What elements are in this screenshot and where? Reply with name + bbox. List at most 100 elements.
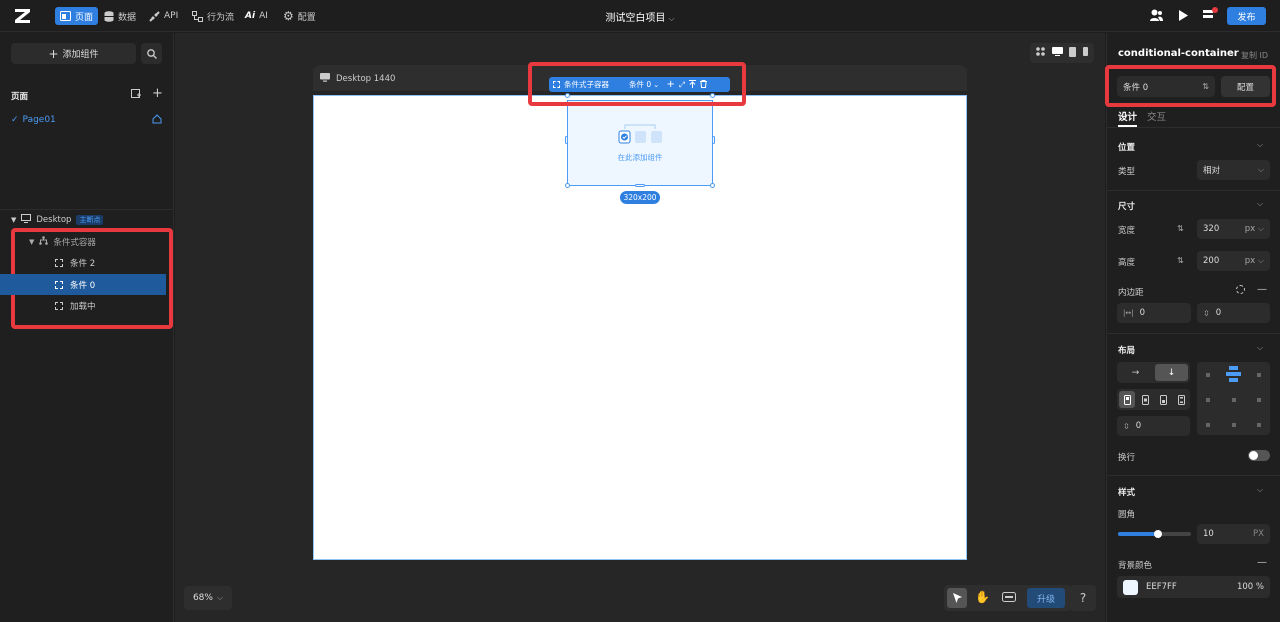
radius-field[interactable]: 10 PX [1197, 524, 1270, 544]
width-adjust-icon[interactable]: ⇅ [1177, 224, 1184, 233]
height-field[interactable]: 200 px ⌵ [1197, 251, 1270, 271]
handle-left[interactable] [565, 136, 568, 144]
wrap-toggle[interactable] [1248, 450, 1270, 461]
device-switcher[interactable] [1030, 43, 1094, 63]
upgrade-button[interactable]: 升级 [1027, 588, 1065, 608]
check-icon: ✓ [11, 115, 19, 125]
padding-individual-icon[interactable] [1236, 285, 1245, 294]
collapse-icon[interactable]: ⌵ [1257, 199, 1263, 209]
nav-api[interactable]: API [144, 7, 183, 25]
app-logo[interactable] [14, 8, 31, 24]
tree-conditional-container[interactable]: ▼ 条件式容器 [29, 236, 96, 248]
collapse-icon[interactable]: ⌵ [1257, 140, 1263, 150]
radius-slider-knob[interactable] [1154, 530, 1163, 538]
alignment-grid[interactable] [1197, 362, 1270, 435]
align-dot[interactable] [1257, 423, 1261, 427]
align-dot[interactable] [1232, 423, 1236, 427]
padding-horizontal-field[interactable]: |↔| 0 [1117, 303, 1191, 323]
direction-column-button[interactable]: ↓ [1155, 364, 1188, 381]
element-toolbar[interactable]: 条件式子容器 条件 0 ⌄ + ⤢ [549, 77, 730, 92]
top-bar: 页面 数据 API 行为流 Ai AI ⚙ 配置 测试空白项目 ⌵ 发布 [0, 0, 1280, 32]
move-to-top-icon[interactable] [688, 79, 696, 90]
tab-design[interactable]: 设计 [1118, 109, 1138, 127]
panel-divider [0, 209, 174, 210]
position-type-select[interactable]: 相对 ⌵ [1197, 160, 1270, 180]
nav-data[interactable]: 数据 [99, 7, 141, 25]
width-field[interactable]: 320 px ⌵ [1197, 219, 1270, 239]
plus-icon[interactable]: + [666, 79, 674, 90]
distribute-end-button[interactable] [1155, 391, 1171, 408]
expand-icon[interactable]: ⤢ [679, 80, 685, 90]
space-between-icon [1177, 394, 1185, 405]
padding-collapse-icon[interactable]: — [1257, 284, 1267, 295]
nav-pages[interactable]: 页面 [55, 7, 99, 25]
align-dot[interactable] [1257, 398, 1261, 402]
handle-bottom[interactable] [635, 184, 645, 187]
toolbar-condition-select[interactable]: 条件 0 ⌄ [629, 79, 659, 90]
search-button[interactable] [141, 43, 162, 64]
distribute-start-button[interactable] [1119, 391, 1135, 408]
comment-tool[interactable] [1002, 592, 1016, 605]
project-title[interactable]: 测试空白项目 ⌵ [560, 9, 720, 24]
grid-icon[interactable] [1036, 47, 1046, 59]
padding-vertical-field[interactable]: ⇳ 0 [1197, 303, 1270, 323]
pointer-tool[interactable] [947, 588, 967, 608]
tree-item-condition-2[interactable]: 条件 2 [55, 257, 95, 269]
bg-color-field[interactable]: EEF7FF 100 % [1117, 576, 1270, 598]
config-button[interactable]: 配置 [1221, 76, 1270, 97]
distribute-between-button[interactable] [1173, 391, 1189, 408]
page-item-page01[interactable]: ✓ Page01 [11, 115, 56, 125]
height-adjust-icon[interactable]: ⇅ [1177, 256, 1184, 265]
size-badge: 320x200 [620, 191, 660, 204]
zoom-select[interactable]: 68% ⌵ [184, 586, 232, 610]
handle-bottom-left[interactable] [565, 183, 570, 188]
align-dot[interactable] [1206, 373, 1210, 377]
add-page-folder-icon[interactable] [131, 89, 141, 102]
collapse-icon[interactable]: ⌵ [1257, 485, 1263, 495]
dashed-box-icon [55, 259, 63, 267]
chevron-down-icon: ⌵ [216, 593, 224, 602]
align-dot[interactable] [1206, 398, 1210, 402]
align-dot[interactable] [1206, 423, 1210, 427]
handle-right[interactable] [712, 136, 715, 144]
hand-tool[interactable]: ✋ [975, 590, 990, 604]
users-icon[interactable] [1150, 9, 1163, 24]
radius-slider[interactable] [1118, 530, 1191, 538]
home-icon[interactable] [152, 114, 162, 127]
condition-select[interactable]: 条件 0 ⇅ [1117, 76, 1215, 97]
tree-item-condition-0[interactable]: 条件 0 [55, 279, 95, 291]
branch-icon [39, 236, 49, 248]
cursor-icon [952, 593, 962, 603]
distribute-center-button[interactable] [1137, 391, 1153, 408]
tree-desktop[interactable]: ▼ Desktop 主断点 [11, 214, 104, 226]
nav-ai[interactable]: Ai AI [240, 7, 273, 25]
copy-id-link[interactable]: 复制 ID [1241, 50, 1268, 61]
add-page-icon[interactable]: + [152, 86, 163, 101]
direction-row-button[interactable]: → [1119, 364, 1152, 381]
gap-field[interactable]: ⇳ 0 [1117, 416, 1190, 436]
help-button[interactable]: ? [1070, 585, 1096, 611]
add-component-button[interactable]: + 添加组件 [11, 43, 136, 64]
play-icon[interactable] [1178, 9, 1189, 25]
trash-icon[interactable] [699, 79, 707, 90]
frame-label[interactable]: Desktop 1440 [320, 73, 395, 85]
align-dot[interactable] [1257, 373, 1261, 377]
tree-item-loading[interactable]: 加载中 [55, 300, 96, 312]
tab-interaction[interactable]: 交互 [1147, 109, 1166, 123]
server-status-icon[interactable] [1202, 7, 1218, 23]
handle-bottom-right[interactable] [710, 183, 715, 188]
desktop-icon[interactable] [1051, 47, 1063, 59]
collapse-icon[interactable]: ⌵ [1257, 343, 1263, 353]
nav-settings[interactable]: ⚙ 配置 [278, 7, 321, 25]
align-dot[interactable] [1232, 398, 1236, 402]
nav-workflow[interactable]: 行为流 [187, 7, 239, 25]
toggle-knob [1249, 451, 1258, 460]
width-label: 宽度 [1118, 226, 1136, 236]
color-swatch[interactable] [1123, 579, 1138, 595]
bg-collapse-icon[interactable]: — [1257, 557, 1267, 568]
keyboard-icon [1002, 592, 1016, 602]
publish-button[interactable]: 发布 [1227, 7, 1266, 25]
mobile-icon[interactable] [1082, 47, 1088, 59]
align-active-icon[interactable] [1226, 366, 1241, 382]
tablet-icon[interactable] [1069, 46, 1077, 60]
